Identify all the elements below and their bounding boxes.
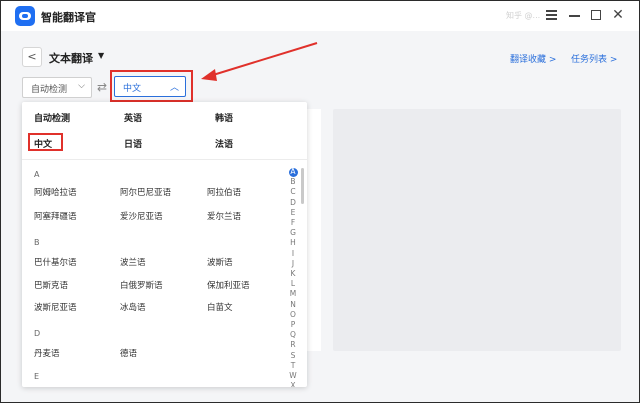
- annotation-arrow: [201, 42, 318, 81]
- app-window: 智能翻译官 知乎 @... ✕ < 文本翻译 ▼ 翻译收藏 > 任务列表 > 自…: [0, 0, 640, 403]
